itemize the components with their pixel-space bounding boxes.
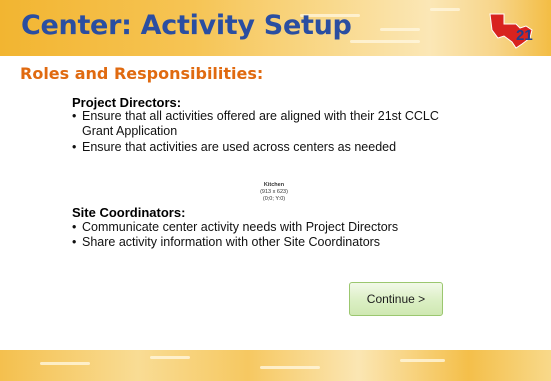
placeholder-line: (913 x 623) (260, 189, 288, 195)
bullet-text: Ensure that activities are used across c… (82, 140, 397, 154)
list-item: • Communicate center activity needs with… (72, 220, 472, 235)
image-placeholder: Kitchen (913 x 623) (0;0; Y:0) (252, 182, 296, 203)
continue-button[interactable]: Continue > (349, 282, 443, 316)
logo-text: 21 (516, 27, 533, 44)
texas-21st-logo: 21 (489, 13, 533, 49)
bullet-text: Communicate center activity needs with P… (82, 220, 399, 234)
footer-banner (0, 350, 551, 381)
site-coordinators-heading: Site Coordinators: (72, 205, 186, 220)
section-subtitle: Roles and Responsibilities: (20, 64, 264, 83)
bullet-text: Ensure that all activities offered are a… (82, 109, 439, 138)
list-item: • Ensure that activities are used across… (72, 140, 472, 155)
list-item: • Ensure that all activities offered are… (72, 109, 472, 139)
bullet-text: Share activity information with other Si… (82, 235, 381, 249)
slide: Center: Activity Setup 21 Roles and Resp… (0, 0, 551, 381)
placeholder-line: (0;0; Y:0) (262, 196, 286, 202)
placeholder-line: Kitchen (263, 182, 285, 188)
page-title: Center: Activity Setup (21, 10, 352, 41)
list-item: • Share activity information with other … (72, 235, 472, 250)
project-directors-heading: Project Directors: (72, 95, 182, 110)
